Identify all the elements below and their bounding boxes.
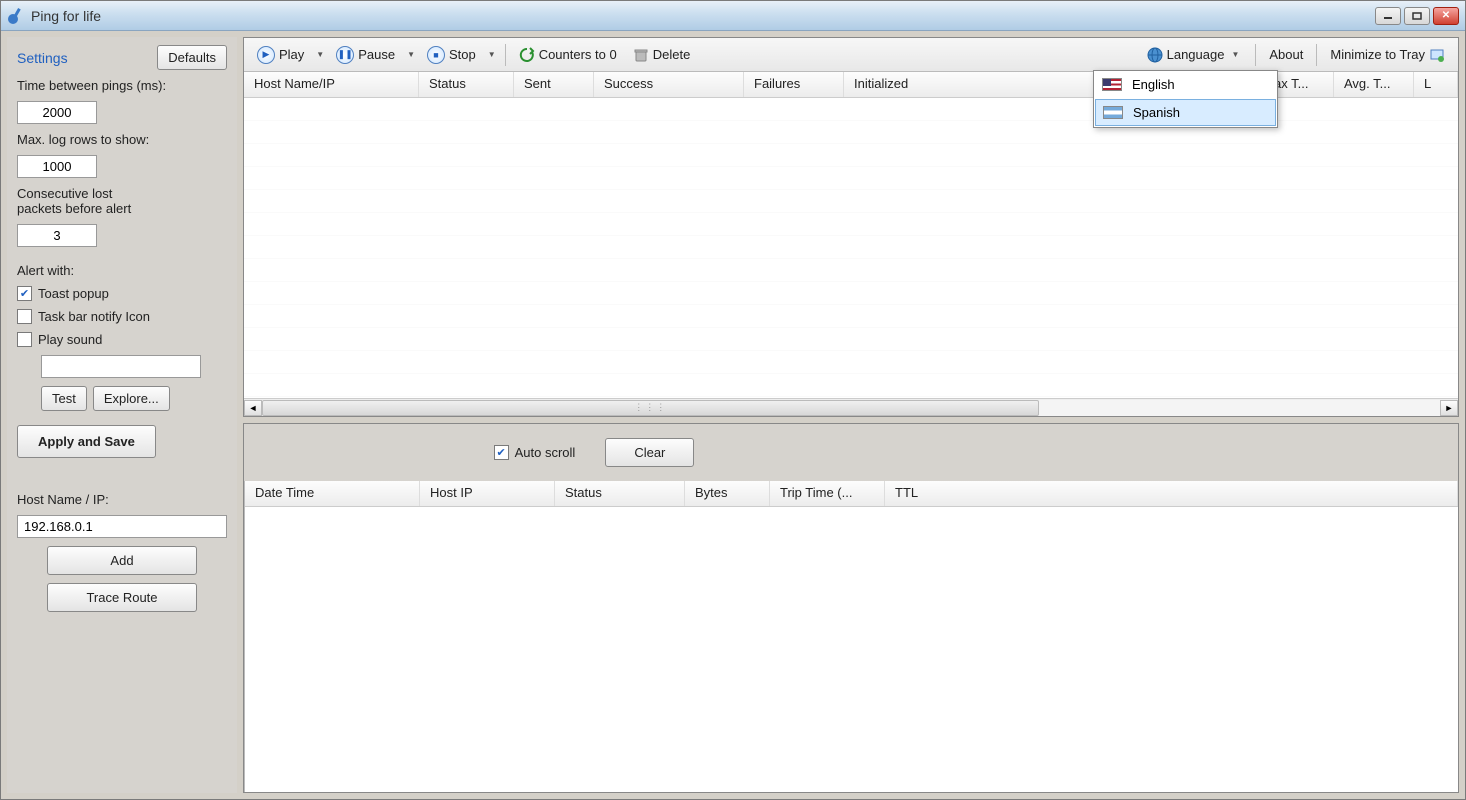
- col-avg-t[interactable]: Avg. T...: [1334, 72, 1414, 97]
- consecutive-lost-input[interactable]: [17, 224, 97, 247]
- separator: [1316, 44, 1317, 66]
- auto-scroll-checkbox[interactable]: ✔: [494, 445, 509, 460]
- col-success[interactable]: Success: [594, 72, 744, 97]
- play-sound-label: Play sound: [38, 332, 102, 347]
- col-sent[interactable]: Sent: [514, 72, 594, 97]
- stop-icon: ■: [427, 46, 445, 64]
- minimize-to-tray-button[interactable]: Minimize to Tray: [1323, 43, 1452, 67]
- play-dropdown[interactable]: ▼: [313, 50, 327, 59]
- pause-button[interactable]: ❚❚Pause: [329, 42, 402, 68]
- about-button[interactable]: About: [1262, 43, 1310, 66]
- consecutive-lost-label-2: packets before alert: [17, 201, 227, 216]
- settings-sidebar: Settings Defaults Time between pings (ms…: [7, 37, 237, 793]
- col-triptime[interactable]: Trip Time (...: [770, 481, 885, 506]
- consecutive-lost-label-1: Consecutive lost: [17, 186, 227, 201]
- app-icon: [7, 7, 25, 25]
- sound-file-input[interactable]: [41, 355, 201, 378]
- col-bytes[interactable]: Bytes: [685, 481, 770, 506]
- taskbar-notify-checkbox[interactable]: [17, 309, 32, 324]
- taskbar-notify-label: Task bar notify Icon: [38, 309, 150, 324]
- max-log-rows-input[interactable]: [17, 155, 97, 178]
- col-datetime[interactable]: Date Time: [245, 481, 420, 506]
- defaults-button[interactable]: Defaults: [157, 45, 227, 70]
- delete-button[interactable]: Delete: [626, 43, 698, 67]
- separator: [1255, 44, 1256, 66]
- clear-log-button[interactable]: Clear: [605, 438, 694, 467]
- language-dropdown-menu: English Spanish: [1093, 70, 1278, 128]
- host-name-ip-input[interactable]: [17, 515, 227, 538]
- settings-heading: Settings: [17, 50, 68, 66]
- scroll-right-button[interactable]: ►: [1440, 400, 1458, 416]
- scroll-left-button[interactable]: ◄: [244, 400, 262, 416]
- max-log-rows-label: Max. log rows to show:: [17, 132, 227, 147]
- minimize-button[interactable]: [1375, 7, 1401, 25]
- us-flag-icon: [1102, 78, 1122, 91]
- time-between-pings-label: Time between pings (ms):: [17, 78, 227, 93]
- col-l[interactable]: L: [1414, 72, 1458, 97]
- maximize-button[interactable]: [1404, 7, 1430, 25]
- main-toolbar: ▶Play ▼ ❚❚Pause ▼ ■Stop ▼ Counters to 0 …: [244, 38, 1458, 72]
- counters-to-zero-button[interactable]: Counters to 0: [512, 43, 624, 67]
- col-log-status[interactable]: Status: [555, 481, 685, 506]
- test-sound-button[interactable]: Test: [41, 386, 87, 411]
- time-between-pings-input[interactable]: [17, 101, 97, 124]
- stop-button[interactable]: ■Stop: [420, 42, 483, 68]
- tray-icon: [1429, 47, 1445, 63]
- col-hostname[interactable]: Host Name/IP: [244, 72, 419, 97]
- globe-icon: [1147, 47, 1163, 63]
- host-name-ip-label: Host Name / IP:: [17, 492, 227, 507]
- language-option-english[interactable]: English: [1094, 71, 1277, 98]
- add-host-button[interactable]: Add: [47, 546, 197, 575]
- apply-and-save-button[interactable]: Apply and Save: [17, 425, 156, 458]
- auto-scroll-label: Auto scroll: [515, 445, 576, 460]
- log-grid: Date Time Host IP Status Bytes Trip Time…: [244, 481, 1458, 792]
- scroll-track[interactable]: ⋮⋮⋮: [262, 400, 1440, 416]
- trace-route-button[interactable]: Trace Route: [47, 583, 197, 612]
- separator: [505, 44, 506, 66]
- log-grid-body[interactable]: [245, 507, 1458, 792]
- scroll-thumb[interactable]: ⋮⋮⋮: [262, 400, 1039, 416]
- trash-icon: [633, 47, 649, 63]
- explore-sound-button[interactable]: Explore...: [93, 386, 170, 411]
- language-button[interactable]: Language▼: [1140, 43, 1250, 67]
- close-button[interactable]: ✕: [1433, 7, 1459, 25]
- hosts-scrollbar: ◄ ⋮⋮⋮ ►: [244, 398, 1458, 416]
- play-icon: ▶: [257, 46, 275, 64]
- alert-with-label: Alert with:: [17, 263, 227, 278]
- col-failures[interactable]: Failures: [744, 72, 844, 97]
- hosts-grid-body[interactable]: [244, 98, 1458, 398]
- titlebar: Ping for life ✕: [1, 1, 1465, 31]
- col-hostip[interactable]: Host IP: [420, 481, 555, 506]
- play-button[interactable]: ▶Play: [250, 42, 311, 68]
- play-sound-checkbox[interactable]: [17, 332, 32, 347]
- col-status[interactable]: Status: [419, 72, 514, 97]
- col-ttl[interactable]: TTL: [885, 481, 1458, 506]
- chevron-down-icon: ▼: [1228, 50, 1242, 59]
- log-controls-panel: ✔ Auto scroll Clear: [244, 424, 944, 481]
- toast-popup-label: Toast popup: [38, 286, 109, 301]
- pause-dropdown[interactable]: ▼: [404, 50, 418, 59]
- language-option-spanish[interactable]: Spanish: [1095, 99, 1276, 126]
- ar-flag-icon: [1103, 106, 1123, 119]
- toast-popup-checkbox[interactable]: ✔: [17, 286, 32, 301]
- stop-dropdown[interactable]: ▼: [485, 50, 499, 59]
- log-grid-header: Date Time Host IP Status Bytes Trip Time…: [245, 481, 1458, 507]
- pause-icon: ❚❚: [336, 46, 354, 64]
- window-title: Ping for life: [31, 8, 1375, 24]
- app-window: Ping for life ✕ Settings Defaults Time b…: [0, 0, 1466, 800]
- refresh-icon: [519, 47, 535, 63]
